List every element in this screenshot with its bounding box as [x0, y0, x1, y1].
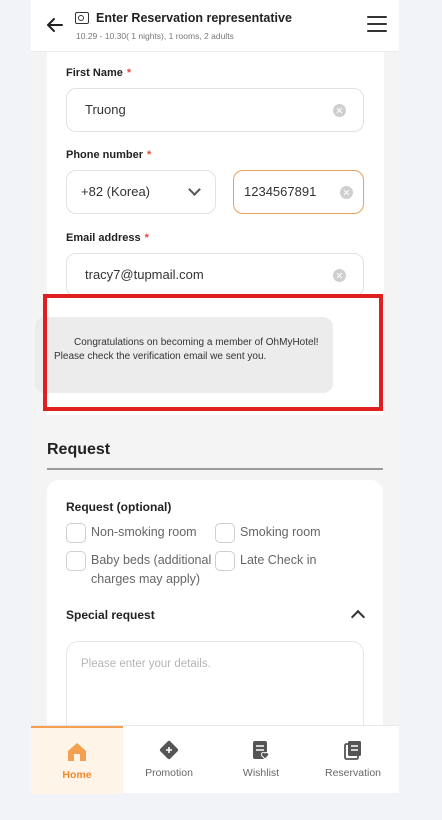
- request-optional-title: Request (optional): [66, 500, 172, 514]
- non-smoking-checkbox[interactable]: [66, 523, 86, 543]
- special-request-placeholder: Please enter your details.: [81, 658, 211, 670]
- request-section-title: Request: [47, 441, 111, 458]
- promotion-icon: [159, 740, 179, 760]
- nav-home[interactable]: Home: [31, 726, 123, 794]
- late-checkin-checkbox[interactable]: [215, 551, 235, 571]
- clear-icon[interactable]: [333, 104, 346, 117]
- special-request-title: Special request: [66, 608, 155, 622]
- late-checkin-label: Late Check in: [240, 553, 317, 567]
- nav-promotion[interactable]: Promotion: [123, 726, 215, 794]
- nav-reservation-label: Reservation: [324, 767, 382, 779]
- smoking-checkbox[interactable]: [215, 523, 235, 543]
- clear-icon[interactable]: [333, 269, 346, 282]
- nav-promotion-label: Promotion: [145, 767, 193, 779]
- nav-wishlist-label: Wishlist: [242, 767, 280, 779]
- nav-home-label: Home: [62, 769, 92, 781]
- wishlist-icon: [253, 741, 270, 760]
- baby-beds-label: Baby beds (additional charges may apply): [91, 553, 212, 586]
- phone-input[interactable]: 1234567891: [233, 170, 364, 214]
- top-bar: Enter Reservation representative 10.29 -…: [31, 0, 399, 52]
- email-label: Email address *: [66, 232, 149, 244]
- nav-wishlist[interactable]: Wishlist: [215, 726, 307, 794]
- clear-icon[interactable]: [340, 186, 353, 199]
- email-input[interactable]: tracy7@tupmail.com: [66, 253, 364, 297]
- chevron-down-icon: [188, 183, 201, 196]
- email-value: tracy7@tupmail.com: [85, 267, 204, 282]
- first-name-value: Truong: [85, 102, 126, 117]
- first-name-input[interactable]: Truong: [66, 88, 364, 132]
- hamburger-menu-icon[interactable]: [367, 16, 387, 34]
- nav-reservation[interactable]: Reservation: [307, 726, 399, 794]
- reservation-icon: [344, 741, 361, 760]
- id-card-icon: [75, 12, 89, 24]
- highlight-box: [43, 294, 383, 411]
- home-icon: [68, 743, 86, 761]
- baby-beds-checkbox[interactable]: [66, 551, 86, 571]
- first-name-label: First Name *: [66, 67, 132, 79]
- back-arrow-icon[interactable]: [44, 14, 66, 36]
- section-divider: [47, 468, 383, 470]
- reservation-summary: 10.29 - 10.30( 1 nights), 1 rooms, 2 adu…: [76, 31, 234, 41]
- smoking-label: Smoking room: [240, 525, 321, 539]
- phone-label: Phone number *: [66, 149, 152, 161]
- page-title: Enter Reservation representative: [96, 11, 292, 25]
- country-code-value: +82 (Korea): [81, 184, 151, 199]
- country-code-select[interactable]: +82 (Korea): [66, 170, 216, 214]
- non-smoking-label: Non-smoking room: [91, 525, 197, 539]
- bottom-nav: Home Promotion Wishlist Reservation: [31, 725, 399, 794]
- phone-value: 1234567891: [244, 184, 317, 199]
